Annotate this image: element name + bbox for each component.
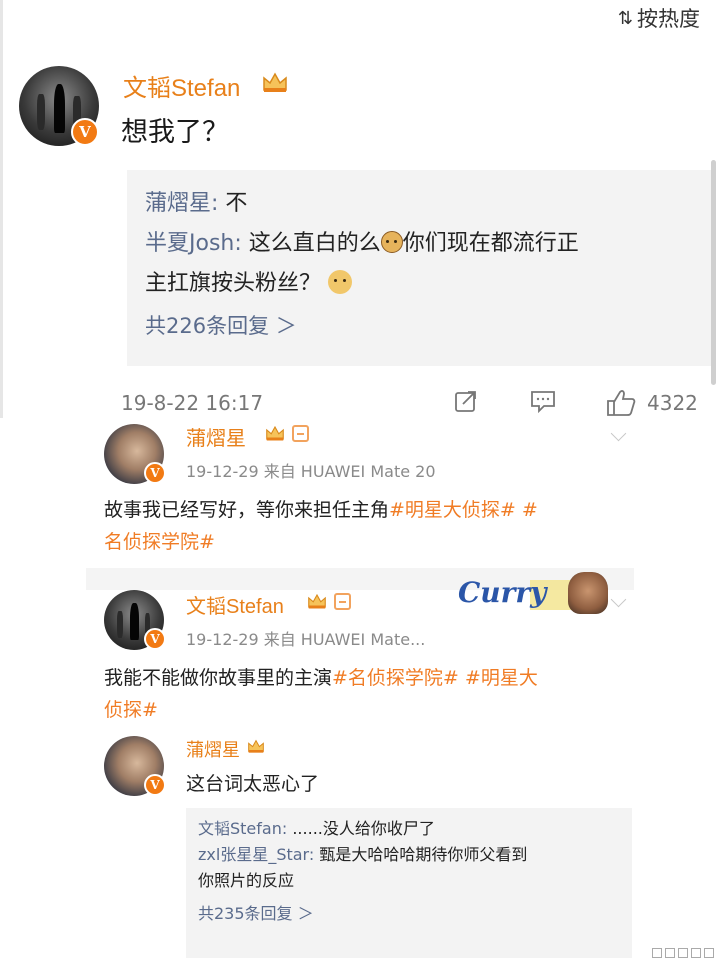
person-thumbnail-icon: [568, 572, 608, 614]
like-button[interactable]: 4322: [605, 388, 698, 418]
post-text: 我能不能做你故事里的主演#名侦探学院# #明星大 侦探#: [104, 662, 629, 726]
post-meta: 19-12-29 来自 HUAWEI Mate...: [186, 630, 426, 649]
comment-timestamp: 19-8-22 16:17: [121, 391, 264, 415]
post-username[interactable]: 蒲熠星: [186, 422, 246, 451]
member-badge-icon: [292, 425, 309, 442]
reply-text: 这台词太恶心了: [186, 773, 320, 795]
reply-item: 半夏Josh: 这么直白的么 你们现在都流行正: [145, 224, 693, 264]
sub-reply-item: 文韬Stefan: ......没人给你收尸了: [198, 816, 620, 842]
sort-toggle[interactable]: ⇅ 按热度: [618, 3, 700, 33]
verified-badge-icon: V: [144, 628, 166, 650]
post-username[interactable]: 文韬Stefan: [186, 590, 284, 619]
sub-reply-text: ......没人给你收尸了: [292, 819, 435, 838]
share-icon: [455, 391, 476, 412]
hashtag-link[interactable]: 名侦探学院#: [104, 531, 215, 553]
hashtag-link[interactable]: #明星大: [465, 667, 538, 689]
cat-emoji-icon: [380, 231, 403, 253]
reply-preview-box[interactable]: 蒲熠星: 不 半夏Josh: 这么直白的么 你们现在都流行正 主扛旗按头粉丝？ 共…: [127, 170, 711, 366]
post-text: 故事我已经写好，等你来担任主角#明星大侦探# # 名侦探学院#: [104, 494, 624, 558]
hashtag-link[interactable]: #: [522, 499, 538, 521]
reply-username[interactable]: 蒲熠星:: [145, 191, 218, 216]
curry-sticker: Curry: [458, 572, 618, 620]
sub-reply-item: zxl张星星_Star: 甄是大哈哈哈期待你师父看到: [198, 842, 620, 868]
chevron-down-icon[interactable]: [610, 432, 628, 442]
post-text-body: 我能不能做你故事里的主演: [104, 667, 333, 689]
sub-reply-box[interactable]: 文韬Stefan: ......没人给你收尸了 zxl张星星_Star: 甄是大…: [186, 808, 632, 958]
sub-reply-text: 甄是大哈哈哈期待你师父看到: [319, 845, 528, 864]
bottom-screenshot-panel: V 蒲熠星 19-12-29 来自 HUAWEI Mate 20 故事我已经写好…: [86, 418, 634, 964]
hashtag-link[interactable]: #明星大侦探#: [389, 499, 516, 521]
like-count: 4322: [647, 391, 698, 415]
sub-reply-text: 你照片的反应: [198, 871, 295, 890]
crown-badge-icon: [246, 738, 266, 754]
comment-icon: [531, 391, 555, 414]
member-badge-icon: [334, 593, 351, 610]
reply-username[interactable]: 半夏Josh:: [145, 231, 242, 256]
sub-reply-username[interactable]: 文韬Stefan:: [198, 819, 287, 838]
post-meta: 19-12-29 来自 HUAWEI Mate 20: [186, 462, 436, 481]
watermark-dots: [652, 948, 714, 958]
sub-reply-item: 你照片的反应: [198, 868, 620, 894]
thumbs-up-icon: [607, 390, 636, 416]
curry-text: Curry: [458, 576, 547, 609]
reply-text: 你们现在都流行正: [402, 231, 579, 256]
comment-button[interactable]: [529, 388, 557, 414]
comment-username[interactable]: 文韬Stefan: [123, 68, 240, 103]
post-text-body: 故事我已经写好，等你来担任主角: [104, 499, 390, 521]
reply-item: 蒲熠星: 不: [145, 184, 693, 224]
reply-text: 不: [225, 191, 248, 216]
comment-text: 想我了？: [121, 117, 229, 148]
sub-reply-username[interactable]: zxl张星星_Star:: [198, 845, 314, 864]
top-comment-panel: ⇅ 按热度 V 文韬Stefan 想我了？ 蒲熠星: 不 半夏Josh: 这么直…: [0, 0, 720, 418]
hashtag-link[interactable]: #名侦探学院#: [332, 667, 459, 689]
crown-badge-icon: [261, 70, 289, 94]
sort-icon: ⇅: [617, 7, 633, 29]
post-card: V 蒲熠星 19-12-29 来自 HUAWEI Mate 20 故事我已经写好…: [86, 418, 634, 568]
reply-text: 主扛旗按头粉丝？: [145, 271, 322, 296]
crown-badge-icon: [306, 592, 328, 610]
doge-emoji-icon: [328, 270, 353, 294]
reply-item: 主扛旗按头粉丝？: [145, 264, 693, 304]
more-replies-link[interactable]: 共235条回复 ＞: [198, 900, 620, 924]
verified-badge-icon: V: [144, 774, 166, 796]
share-button[interactable]: [453, 388, 479, 414]
crown-badge-icon: [264, 424, 286, 442]
verified-badge-icon: V: [71, 118, 99, 146]
reply-text: 这么直白的么: [248, 231, 381, 256]
reply-username[interactable]: 蒲熠星: [186, 736, 240, 762]
scrollbar[interactable]: [711, 160, 716, 385]
sort-label: 按热度: [637, 7, 700, 31]
verified-badge-icon: V: [144, 462, 166, 484]
more-replies-link[interactable]: 共226条回复 ＞: [145, 310, 693, 340]
hashtag-link[interactable]: 侦探#: [104, 699, 158, 721]
